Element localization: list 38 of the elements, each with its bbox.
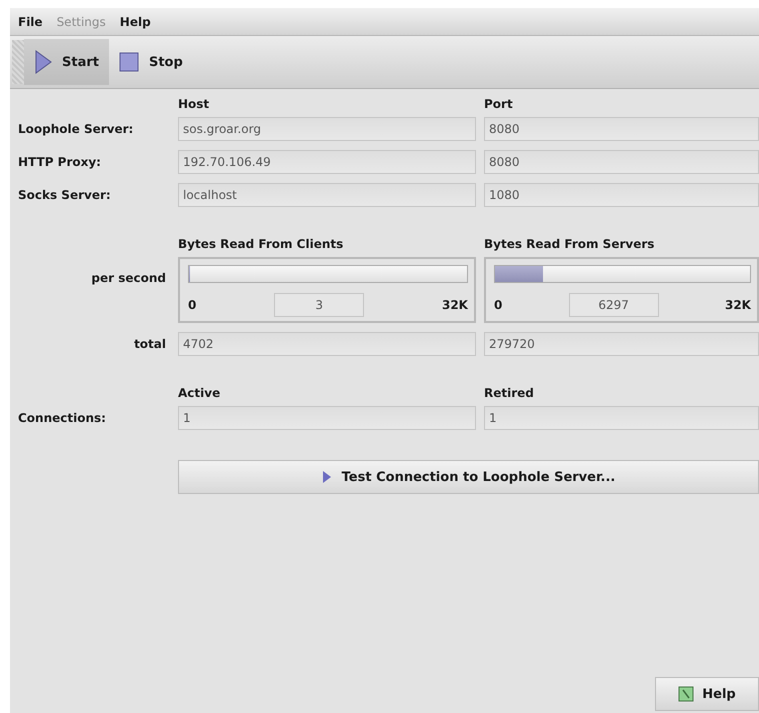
column-header: Host (178, 97, 210, 111)
port-field[interactable]: 1080 (484, 183, 759, 207)
host-field[interactable]: 192.70.106.49 (178, 150, 476, 174)
toolbar-button[interactable]: Start (24, 39, 109, 85)
host-field[interactable]: sos.groar.org (178, 117, 476, 141)
menu-item[interactable]: File (18, 14, 43, 28)
toolbar-grip[interactable] (12, 40, 24, 84)
connections-field[interactable]: 1 (178, 406, 476, 430)
field-label: Connections: (17, 411, 107, 425)
scale-max: 32K (724, 298, 751, 312)
reading-field: 3 (274, 293, 364, 317)
stop-icon (118, 52, 139, 72)
column-header: Active (178, 386, 222, 400)
field-label: per second (90, 271, 167, 285)
scale-min: 0 (494, 298, 502, 312)
port-field[interactable]: 8080 (484, 117, 759, 141)
connections-field[interactable]: 1 (484, 406, 759, 430)
column-header: Port (484, 97, 514, 111)
help-button[interactable]: Help (655, 677, 759, 711)
test-connection-button[interactable]: Test Connection to Loophole Server... (178, 460, 759, 494)
field-label: HTTP Proxy: (17, 155, 102, 169)
scale-min: 0 (188, 298, 196, 312)
scale-max: 32K (442, 298, 468, 312)
host-field[interactable]: localhost (178, 183, 476, 207)
column-header: Retired (484, 386, 535, 400)
menu-item[interactable]: Help (120, 14, 151, 28)
field-label: total (133, 337, 167, 351)
play-icon (322, 470, 332, 484)
toolbar-button[interactable]: Stop (108, 39, 193, 85)
meter-title: Bytes Read From Servers (484, 237, 656, 251)
reading-field: 6297 (568, 293, 659, 317)
meter-title: Bytes Read From Clients (178, 237, 344, 251)
field-label: Loophole Server: (17, 122, 134, 136)
field-label: Socks Server: (17, 188, 112, 202)
play-icon (34, 50, 52, 74)
total-field[interactable]: 279720 (484, 332, 759, 356)
total-field[interactable]: 4702 (178, 332, 476, 356)
port-field[interactable]: 8080 (484, 150, 759, 174)
